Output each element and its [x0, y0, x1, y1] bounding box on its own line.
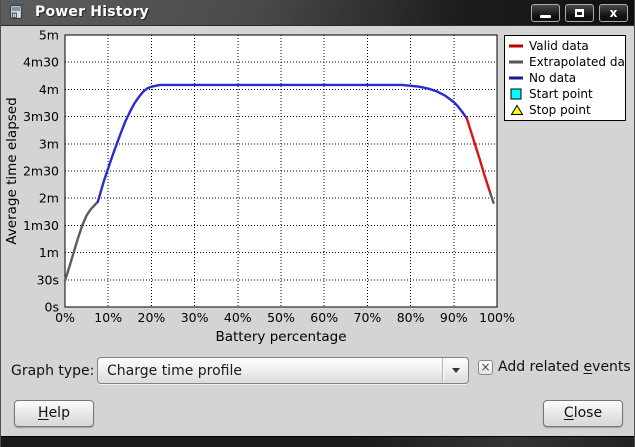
legend-label: Valid data — [529, 39, 589, 53]
maximize-icon — [575, 9, 584, 17]
help-button[interactable]: Help — [14, 400, 94, 427]
svg-text:3m: 3m — [39, 136, 59, 151]
legend-item: Start point — [509, 87, 623, 101]
svg-text:4m30: 4m30 — [23, 55, 59, 70]
legend-item: Valid data — [509, 39, 623, 53]
power-history-window: Power History x 0%10%20%30%40%50%60%70%8… — [0, 0, 635, 447]
checkbox-checked-icon[interactable]: × — [478, 360, 493, 375]
svg-text:30%: 30% — [181, 310, 209, 325]
legend-label: No data — [529, 71, 576, 85]
legend-line-swatch-icon — [509, 73, 524, 83]
svg-text:30s: 30s — [37, 272, 59, 287]
legend-label: Stop point — [529, 103, 591, 117]
legend-triangle-swatch-icon — [509, 104, 524, 116]
legend-label: Extrapolated data — [529, 55, 626, 69]
svg-text:0s: 0s — [45, 300, 59, 315]
graph-type-label: Graph type: — [11, 363, 94, 379]
window-close-button[interactable]: x — [599, 4, 628, 22]
svg-text:10%: 10% — [94, 310, 122, 325]
chevron-down-icon — [452, 368, 460, 373]
graph-type-dropdown[interactable]: Charge time profile — [97, 357, 469, 384]
svg-text:60%: 60% — [310, 310, 338, 325]
window-bottom-frame — [0, 436, 635, 447]
svg-text:70%: 70% — [354, 310, 382, 325]
legend-line-swatch-icon — [509, 41, 524, 51]
legend-label: Start point — [529, 87, 593, 101]
svg-text:3m30: 3m30 — [23, 109, 59, 124]
titlebar[interactable]: Power History x — [0, 0, 635, 26]
legend-item: No data — [509, 71, 623, 85]
legend-square-swatch-icon — [509, 88, 524, 100]
dropdown-arrow-button[interactable] — [443, 368, 468, 373]
svg-text:20%: 20% — [138, 310, 166, 325]
svg-text:100%: 100% — [479, 310, 515, 325]
minimize-icon — [540, 15, 551, 18]
svg-text:80%: 80% — [397, 310, 425, 325]
add-related-events-checkbox[interactable]: × Add related events — [478, 359, 631, 375]
svg-text:50%: 50% — [267, 310, 295, 325]
add-related-events-label: Add related events — [498, 359, 631, 375]
svg-text:Average time elapsed: Average time elapsed — [4, 97, 20, 244]
close-icon: x — [610, 7, 618, 19]
svg-text:4m: 4m — [39, 82, 59, 97]
svg-text:Battery percentage: Battery percentage — [215, 329, 346, 345]
svg-text:90%: 90% — [440, 310, 468, 325]
svg-text:2m: 2m — [39, 191, 59, 206]
svg-text:5m: 5m — [39, 28, 59, 43]
close-button[interactable]: Close — [543, 400, 623, 427]
minimize-button[interactable] — [531, 4, 560, 22]
power-statistics-app-icon — [8, 4, 25, 21]
legend-item: Stop point — [509, 103, 623, 117]
svg-text:40%: 40% — [224, 310, 252, 325]
window-title: Power History — [35, 4, 149, 20]
svg-text:1m30: 1m30 — [23, 218, 59, 233]
svg-text:1m: 1m — [39, 245, 59, 260]
maximize-button[interactable] — [565, 4, 594, 22]
legend-item: Extrapolated data — [509, 55, 623, 69]
svg-text:2m30: 2m30 — [23, 164, 59, 179]
chart-legend: Valid data Extrapolated data No data Start … — [504, 35, 626, 121]
graph-type-selected-value: Charge time profile — [98, 363, 442, 379]
legend-line-swatch-icon — [509, 57, 524, 67]
